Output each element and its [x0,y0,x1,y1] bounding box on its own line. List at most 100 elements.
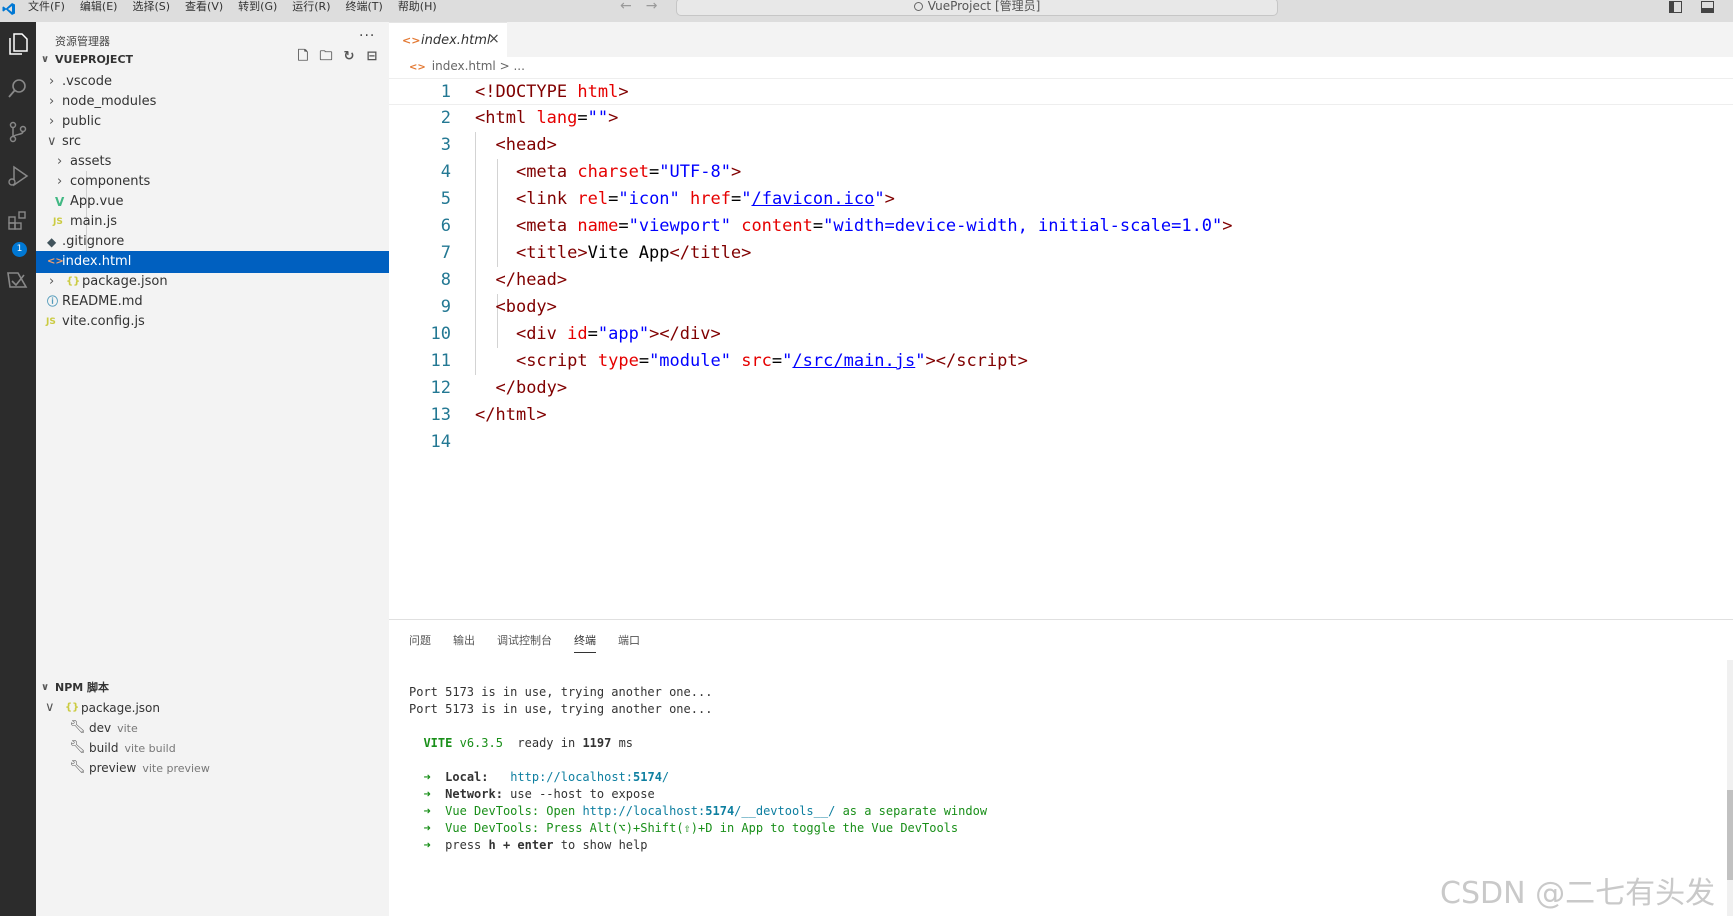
code-line: 9 <body> [440,297,557,317]
extensions-activity[interactable] [0,198,36,242]
new-folder-icon[interactable]: 🗀 [319,50,333,64]
tree-item-index-html[interactable]: <> index.html [36,251,389,273]
wrench-icon: 🔧︎ [69,720,86,735]
extensions-icon [8,211,26,230]
terminal-line: VITE v6.3.5 ready in 1197 ms [423,736,634,750]
npm-package-item[interactable]: ∨ {} package.json [36,697,389,719]
chevron-down-icon: ∨ [45,700,55,715]
tab-debug-console[interactable]: 调试控制台 [497,632,552,653]
tree-item-package-json[interactable]: › {} package.json [36,271,389,293]
code-line: 5 <link rel="icon" href="/favicon.ico"> [440,189,895,209]
html-file-icon: <> [409,62,426,73]
explorer-activity[interactable] [0,22,36,66]
toggle-panel-icon[interactable] [1701,1,1714,13]
js-file-icon: JS [53,217,63,227]
terminal-line: ➜ press h + enter to show help [423,838,648,852]
npm-script-dev[interactable]: 🔧︎ dev vite [36,717,389,739]
breadcrumb: <> index.html > ... [409,59,525,73]
extensions-badge: 1 [12,242,27,257]
tree-item-node-modules[interactable]: › node_modules [36,91,389,113]
search-icon [8,79,26,98]
tree-item-main-js[interactable]: JS main.js [36,211,389,233]
tab-index-html[interactable]: <> index.html × [389,22,507,57]
project-section-header[interactable]: ∨ VUEPROJECT 🗋 🗀 ↻ ⊟ [36,50,389,70]
explorer-title: 资源管理器 [55,35,110,48]
tab-output[interactable]: 输出 [453,632,475,653]
toggle-sidebar-icon[interactable] [1669,1,1682,13]
git-file-icon: ◆ [47,235,57,249]
npm-scripts-header[interactable]: ∨ NPM 脚本 [36,678,389,698]
terminal-line: ➜ Local: http://localhost:5174/ [423,770,670,784]
code-line: 12 </body> [430,378,568,398]
search-icon [913,2,923,11]
wrench-icon: 🔧︎ [69,760,86,775]
flask-icon [7,272,28,288]
tree-item-gitignore[interactable]: ◆ .gitignore [36,231,389,253]
tab-problems[interactable]: 问题 [409,632,431,653]
search-activity[interactable] [0,66,36,110]
json-file-icon: {} [65,702,80,713]
menu-edit[interactable]: 编辑(E) [80,0,118,18]
terminal-output[interactable]: Port 5173 is in use, trying another one.… [409,684,987,854]
run-debug-activity[interactable] [0,154,36,198]
chevron-right-icon: › [57,154,63,169]
back-arrow-icon[interactable]: ← [620,0,646,14]
nav-arrows: ←→ [620,0,672,14]
menu-selection[interactable]: 选择(S) [132,0,170,18]
menu-view[interactable]: 查看(V) [185,0,223,18]
new-file-icon[interactable]: 🗋 [296,50,310,64]
tree-item-vscode[interactable]: › .vscode [36,71,389,93]
wrench-icon: 🔧︎ [69,740,86,755]
terminal-line: Port 5173 is in use, trying another one.… [409,702,713,716]
tree-item-components[interactable]: › components [36,171,389,193]
tab-terminal[interactable]: 终端 [574,632,596,653]
breadcrumb-rest[interactable]: > ... [500,59,525,73]
forward-arrow-icon[interactable]: → [646,0,672,14]
activity-bar: 1 [0,22,36,916]
tree-item-vite-config[interactable]: JS vite.config.js [36,311,389,333]
close-icon[interactable]: × [488,31,500,47]
chevron-down-icon: ∨ [41,682,50,693]
panel-tabs: 问题 输出 调试控制台 终端 端口 [409,632,640,653]
tab-ports[interactable]: 端口 [618,632,640,653]
menu-run[interactable]: 运行(R) [292,0,330,18]
menu-help[interactable]: 帮助(H) [398,0,437,18]
tree-item-src[interactable]: ∨ src [36,131,389,153]
refresh-icon[interactable]: ↻ [342,50,356,64]
editor-area: <> index.html × <> index.html > ... 1 <!DO… [389,22,1733,619]
source-control-icon [9,121,27,143]
npm-script-build[interactable]: 🔧︎ build vite build [36,737,389,759]
terminal-scrollbar-thumb[interactable] [1727,790,1733,880]
code-line: 8 </head> [440,270,568,290]
menu-go[interactable]: 转到(G) [238,0,277,18]
command-center[interactable]: VueProject [管理员] [676,0,1278,16]
menu-file[interactable]: 文件(F) [28,0,65,18]
terminal-line: Port 5173 is in use, trying another one.… [409,685,713,699]
code-line: 11 <script type="module" src="/src/main.… [430,351,1028,371]
tree-item-readme[interactable]: ⓘ README.md [36,291,389,313]
menu-bar: 文件(F) 编辑(E) 选择(S) 查看(V) 转到(G) 运行(R) 终端(T… [28,0,437,18]
tree-item-public[interactable]: › public [36,111,389,133]
html-file-icon: <> [402,34,421,47]
code-line: 6 <meta name="viewport" content="width=d… [440,216,1233,236]
command-center-label: VueProject [管理员] [927,0,1041,13]
collapse-all-icon[interactable]: ⊟ [365,50,379,64]
chevron-down-icon: ∨ [47,134,57,149]
chevron-right-icon: › [49,274,55,289]
terminal-line: ➜ Vue DevTools: Press Alt(⌥)+Shift(⇧)+D … [423,821,959,835]
tree-item-app-vue[interactable]: V App.vue [36,191,389,213]
tree-item-assets[interactable]: › assets [36,151,389,173]
chevron-right-icon: › [49,114,55,129]
more-actions-icon[interactable]: ··· [359,28,375,44]
tab-label: index.html [421,33,491,48]
menu-terminal[interactable]: 终端(T) [346,0,383,18]
source-control-activity[interactable] [0,110,36,154]
tree-actions: 🗋 🗀 ↻ ⊟ [296,50,379,64]
code-line: 14 [430,432,451,452]
code-line: 4 <meta charset="UTF-8"> [440,162,742,182]
editor-tabs: <> index.html × [389,22,1733,57]
npm-script-preview[interactable]: 🔧︎ preview vite preview [36,757,389,779]
project-name: VUEPROJECT [55,53,134,66]
testing-activity[interactable] [0,258,36,302]
breadcrumb-file[interactable]: index.html [432,59,496,73]
